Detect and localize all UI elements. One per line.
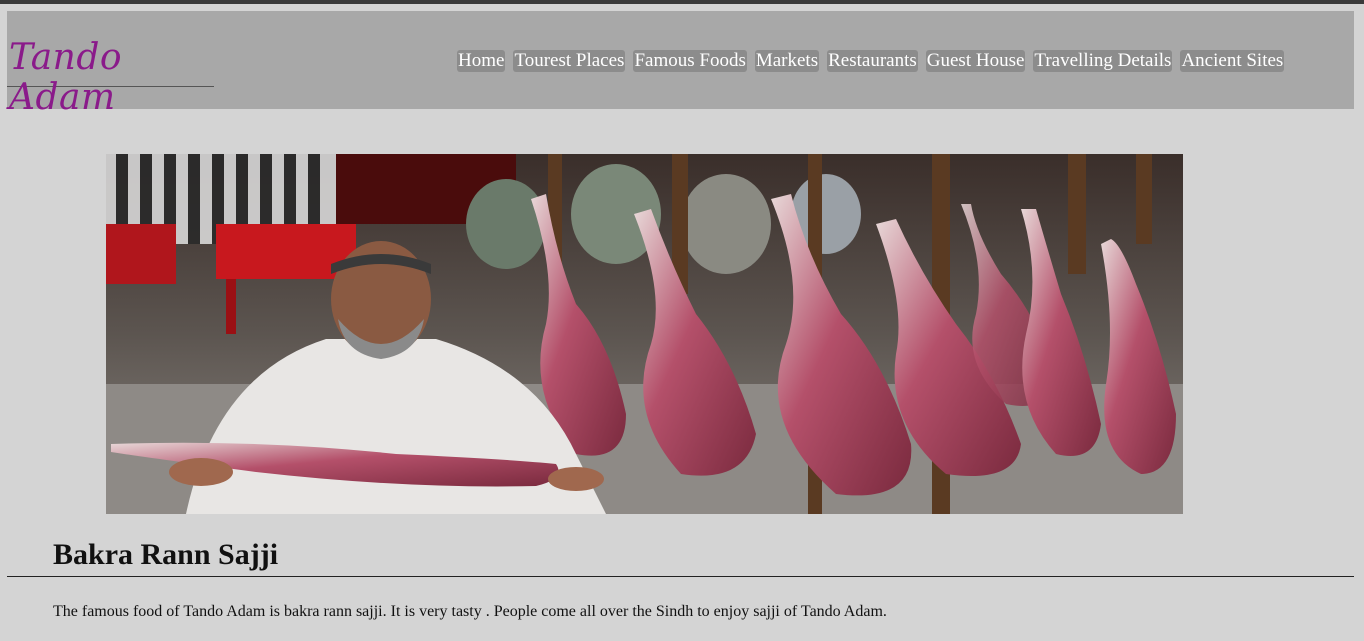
sajji-photo: [106, 154, 1183, 514]
nav-ancient-sites[interactable]: Ancient Sites: [1180, 50, 1285, 72]
nav-famous-foods[interactable]: Famous Foods: [633, 50, 747, 72]
nav-tourest-places[interactable]: Tourest Places: [513, 50, 626, 72]
browser-top-bar: [0, 0, 1364, 4]
title-divider: [7, 576, 1354, 577]
main-nav: Home Tourest Places Famous Foods Markets…: [457, 50, 1285, 72]
nav-travelling-details[interactable]: Travelling Details: [1033, 50, 1173, 72]
nav-restaurants[interactable]: Restaurants: [827, 50, 918, 72]
hero-image: [106, 154, 1183, 514]
site-header: Tando Adam Home Tourest Places Famous Fo…: [7, 11, 1354, 118]
page-title: Bakra Rann Sajji: [53, 538, 279, 571]
food-description: The famous food of Tando Adam is bakra r…: [53, 603, 887, 620]
nav-home[interactable]: Home: [457, 50, 506, 72]
nav-markets[interactable]: Markets: [754, 50, 820, 72]
site-logo[interactable]: Tando Adam: [7, 38, 214, 118]
nav-guest-house[interactable]: Guest House: [925, 50, 1026, 72]
